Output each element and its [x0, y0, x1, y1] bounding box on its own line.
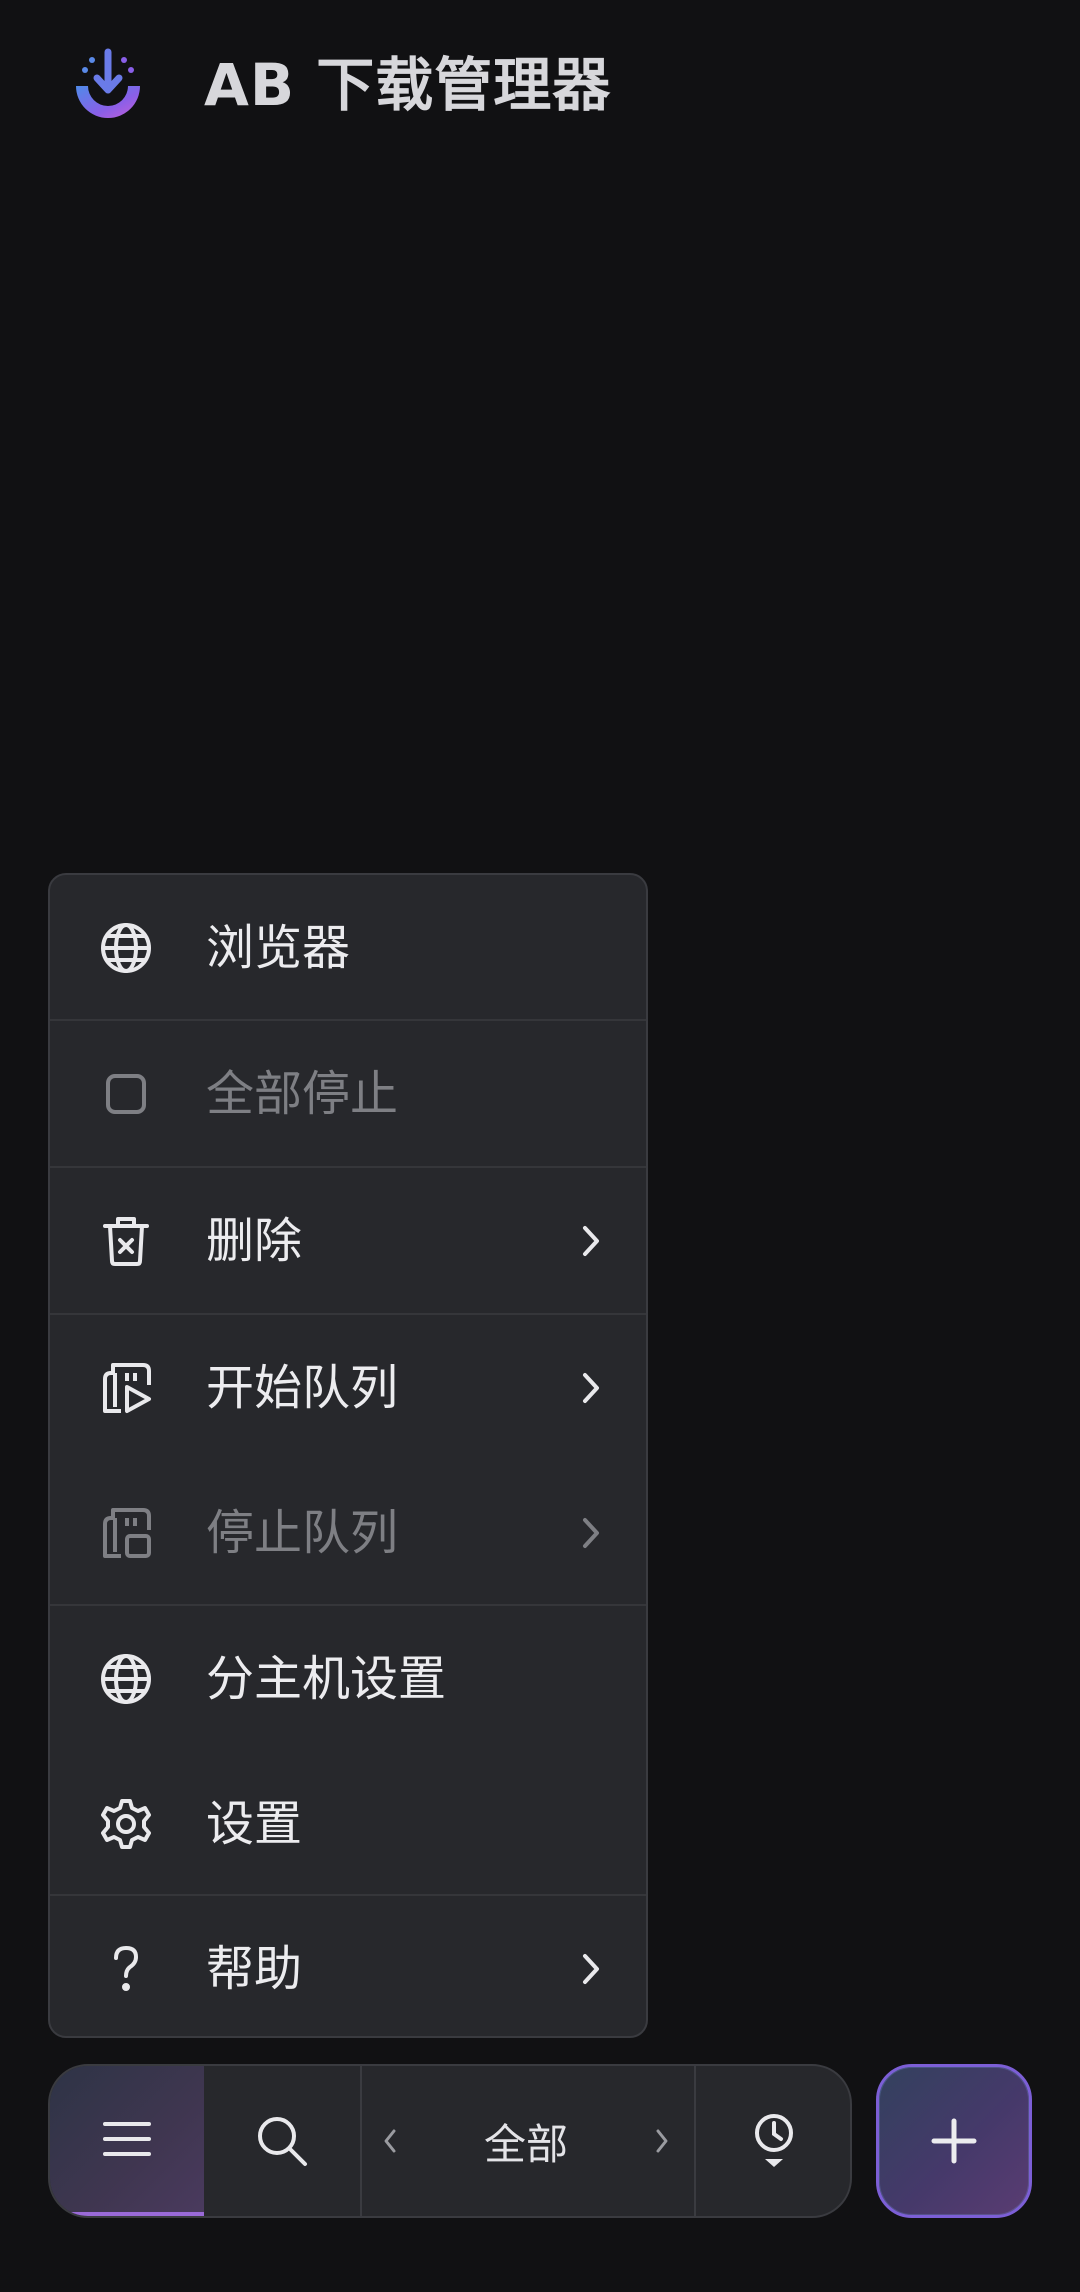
- menu-item-stop-all[interactable]: 全部停止: [50, 1021, 646, 1166]
- search-icon: [258, 2117, 307, 2166]
- search-button[interactable]: [204, 2066, 360, 2216]
- trash-icon: [98, 1213, 154, 1269]
- previous-filter-button[interactable]: [362, 2066, 418, 2216]
- filter-label: 全部: [483, 2119, 568, 2169]
- chevron-right-icon: [583, 1372, 599, 1403]
- menu-item-browser[interactable]: 浏览器: [50, 875, 646, 1020]
- question-icon: [98, 1941, 154, 1997]
- chevron-right-icon: [583, 1517, 599, 1548]
- chevron-left-icon: [384, 2129, 396, 2153]
- menu-item-label: 停止队列: [206, 1504, 399, 1561]
- add-download-button[interactable]: [876, 2064, 1032, 2218]
- app-title: AB 下载管理器: [204, 51, 612, 119]
- globe-icon: [98, 1651, 154, 1707]
- menu-icon: [103, 2122, 151, 2156]
- menu-item-per-host-settings[interactable]: 分主机设置: [50, 1606, 646, 1751]
- plus-icon: [931, 2118, 977, 2164]
- menu-item-delete[interactable]: 删除: [50, 1168, 646, 1313]
- menu-item-label: 浏览器: [206, 919, 351, 976]
- app-header: AB 下载管理器: [0, 0, 1080, 170]
- chevron-right-icon: [583, 1225, 599, 1256]
- schedule-clock-icon: [755, 2114, 793, 2167]
- download-logo-icon: [76, 48, 140, 118]
- menu-item-help[interactable]: 帮助: [50, 1896, 646, 2036]
- queue-stop-icon: [98, 1505, 154, 1561]
- globe-icon: [98, 920, 154, 976]
- menu-button[interactable]: [50, 2066, 204, 2216]
- menu-item-label: 设置: [206, 1795, 303, 1852]
- menu-item-label: 开始队列: [206, 1359, 399, 1416]
- menu-item-start-queue[interactable]: 开始队列: [50, 1315, 646, 1460]
- menu-item-label: 全部停止: [206, 1065, 399, 1122]
- menu-item-label: 分主机设置: [206, 1650, 447, 1707]
- queue-start-icon: [98, 1360, 154, 1416]
- stop-square-icon: [98, 1066, 154, 1122]
- main-menu-popup: 浏览器 全部停止 删除 开始队列 停止队列 分主机设置 设置 帮助: [48, 873, 648, 2038]
- chevron-right-icon: [583, 1953, 599, 1984]
- menu-item-label: 帮助: [206, 1940, 303, 1997]
- category-filter[interactable]: 全部: [418, 2066, 634, 2216]
- menu-item-label: 删除: [206, 1212, 303, 1269]
- bottom-toolbar: 全部: [48, 2064, 852, 2218]
- gear-icon: [98, 1796, 154, 1852]
- menu-item-settings[interactable]: 设置: [50, 1751, 646, 1896]
- next-filter-button[interactable]: [634, 2066, 690, 2216]
- schedule-button[interactable]: [696, 2066, 850, 2216]
- chevron-right-icon: [656, 2129, 668, 2153]
- menu-item-stop-queue[interactable]: 停止队列: [50, 1460, 646, 1605]
